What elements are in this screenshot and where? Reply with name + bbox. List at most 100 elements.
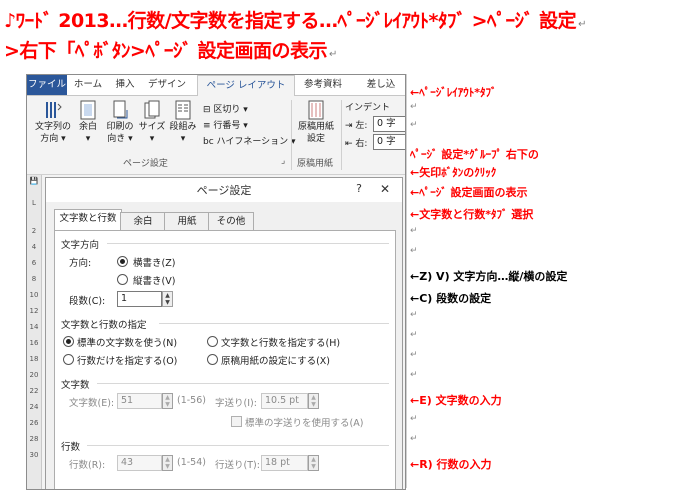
help-icon[interactable]: ? [356, 182, 362, 195]
text-direction-label: 文字列の [34, 122, 71, 132]
annotation-show-dialog: ←ﾍﾟｰｼﾞ 設定画面の表示 [410, 186, 528, 199]
ruler-tick: 30 [29, 451, 39, 459]
annotation-arrow-button-click: ←矢印ﾎﾞﾀﾝのｸﾘｯｸ [410, 166, 497, 179]
section-text-direction: 文字方向 [61, 240, 100, 251]
lines-only-radio[interactable] [63, 354, 74, 365]
page-setup-dialog: ページ設定 ? ✕ 文字数と行数 余白 用紙 その他 文字方向 方向: 横書き(… [45, 177, 403, 489]
char-pitch-spinner[interactable]: ▲ ▼ [308, 393, 319, 409]
orientation-button[interactable]: 印刷の 向き ▾ [103, 100, 137, 145]
save-icon[interactable]: 💾 [28, 177, 40, 185]
indent-left-input[interactable]: 0 字 [373, 116, 405, 132]
indent-heading: インデント [345, 103, 391, 113]
paragraph-mark: ↵ [410, 120, 418, 130]
tab-insert[interactable]: 挿入 [109, 75, 141, 95]
chars-lines-panel: 文字方向 方向: 横書き(Z) 縦書き(V) 段数(C): 1 ▲ ▼ 文字数と行… [54, 230, 396, 489]
ribbon-tab-bar: ファイル ホーム 挿入 デザイン ページ レイアウト 参考資料 差し込 [27, 75, 405, 96]
margins-label-2: ▾ [85, 134, 91, 144]
line-numbers-button[interactable]: ≡ 行番号 ▾ [203, 118, 248, 131]
char-pitch-input[interactable]: 10.5 pt [261, 393, 308, 409]
section-lines: 行数 [61, 442, 81, 453]
ruler-tick: 4 [31, 243, 37, 251]
paragraph-mark: ↵ [328, 49, 337, 60]
word-screenshot: ファイル ホーム 挿入 デザイン ページ レイアウト 参考資料 差し込 文字列の… [26, 74, 406, 490]
tab-other[interactable]: その他 [208, 212, 254, 231]
page-setup-dialog-launcher-icon[interactable]: ⌟ [281, 156, 285, 166]
tab-design[interactable]: デザイン [141, 75, 193, 95]
horizontal-radio[interactable] [117, 256, 128, 267]
tab-home[interactable]: ホーム [67, 75, 109, 95]
ruler-tick: 10 [29, 291, 39, 299]
ruler-tick: 28 [29, 435, 39, 443]
line-numbers-label: 行番号 ▾ [213, 121, 248, 131]
genko-radio[interactable] [207, 354, 218, 365]
tab-mailings[interactable]: 差し込 [357, 75, 405, 95]
lines-input[interactable]: 43 [117, 455, 162, 471]
margins-button[interactable]: 余白 ▾ [73, 100, 103, 145]
text-direction-icon [46, 102, 62, 118]
text-direction-button[interactable]: 文字列の 方向 ▾ [33, 100, 73, 145]
orientation-icon [113, 100, 128, 119]
ruler-tick: 16 [29, 339, 39, 347]
paragraph-mark: ↵ [410, 330, 418, 340]
genko-settings-button[interactable]: 原稿用紙 設定 [295, 100, 337, 145]
columns-input[interactable]: 1 [117, 291, 162, 307]
vertical-radio[interactable] [117, 274, 128, 285]
genko-icon [308, 100, 324, 120]
chars-and-lines-radio[interactable] [207, 336, 218, 347]
heading-line-1: ♪ﾜｰﾄﾞ 2013…行数/文字数を指定する…ﾍﾟｰｼﾞﾚｲｱｳﾄ*ﾀﾌﾞ >ﾍ… [4, 10, 587, 32]
line-numbers-icon: ≡ [203, 121, 211, 131]
line-pitch-input[interactable]: 18 pt [261, 455, 308, 471]
tab-paper[interactable]: 用紙 [164, 212, 210, 231]
line-pitch-spinner[interactable]: ▲ ▼ [308, 455, 319, 471]
horizontal-label: 横書き(Z) [133, 258, 176, 269]
indent-right: ⇤ 右: [345, 136, 367, 149]
close-icon[interactable]: ✕ [374, 181, 396, 197]
columns-label: 段数(C): [69, 296, 106, 307]
breaks-button[interactable]: ⊟ 区切り ▾ [203, 102, 248, 115]
annotation-group-lower-right-text: ﾍﾟｰｼﾞ 設定*ｸﾞﾙｰﾌﾟ 右下の [410, 148, 539, 161]
genko-label-2: 設定 [306, 134, 325, 144]
paragraph-mark: ↵ [410, 414, 418, 424]
indent-left-icon: ⇥ [345, 121, 353, 131]
columns-label-2: ▾ [180, 134, 186, 144]
ruler-tick: 14 [29, 323, 39, 331]
standard-pitch-checkbox[interactable] [231, 416, 242, 427]
columns-label: 段組み [169, 122, 197, 132]
size-button[interactable]: サイズ ▾ [137, 100, 167, 145]
chars-spinner[interactable]: ▲ ▼ [162, 393, 173, 409]
indent-right-label: 右: [355, 139, 368, 149]
section-divider [159, 323, 389, 324]
hyphenation-button[interactable]: bc ハイフネーション ▾ [203, 134, 296, 147]
paragraph-mark: ↵ [410, 370, 418, 380]
lines-range: (1-54) [177, 457, 206, 468]
standard-chars-radio[interactable] [63, 336, 74, 347]
ruler-tick: 26 [29, 419, 39, 427]
paragraph-mark: ↵ [410, 226, 418, 236]
paragraph-mark: ↵ [410, 102, 418, 112]
section-chars: 文字数 [61, 380, 90, 391]
tab-chars-and-lines[interactable]: 文字数と行数 [54, 209, 122, 231]
margins-icon [80, 100, 96, 120]
chars-input[interactable]: 51 [117, 393, 162, 409]
breaks-label: 区切り ▾ [213, 105, 248, 115]
hyphenation-label: ハイフネーション ▾ [216, 137, 296, 147]
genko-label: 原稿用紙の設定にする(X) [221, 356, 331, 367]
ruler-tick: 2 [31, 227, 37, 235]
dialog-titlebar[interactable]: ページ設定 ? ✕ [46, 178, 402, 202]
size-icon [144, 100, 160, 119]
tab-margins[interactable]: 余白 [120, 212, 166, 231]
dialog-title: ページ設定 [196, 184, 252, 197]
paragraph-mark: ↵ [410, 434, 418, 444]
ribbon-page-layout: 文字列の 方向 ▾ 余白 ▾ 印刷の 向き ▾ サイズ ▾ 段組み ▾ ⊟ 区切り ▾ ≡… [27, 96, 405, 175]
tab-references[interactable]: 参考資料 [297, 75, 349, 95]
ribbon-separator [341, 100, 342, 170]
tab-page-layout[interactable]: ページ レイアウト [197, 75, 295, 96]
lines-spinner[interactable]: ▲ ▼ [162, 455, 173, 471]
indent-right-icon: ⇤ [345, 139, 353, 149]
indent-right-input[interactable]: 0 字 [373, 134, 405, 150]
standard-chars-label: 標準の文字数を使う(N) [77, 338, 178, 349]
columns-button[interactable]: 段組み ▾ [167, 100, 199, 145]
tab-file[interactable]: ファイル [27, 75, 67, 95]
ruler-corner: L [32, 199, 36, 207]
columns-spinner[interactable]: ▲ ▼ [162, 291, 173, 307]
